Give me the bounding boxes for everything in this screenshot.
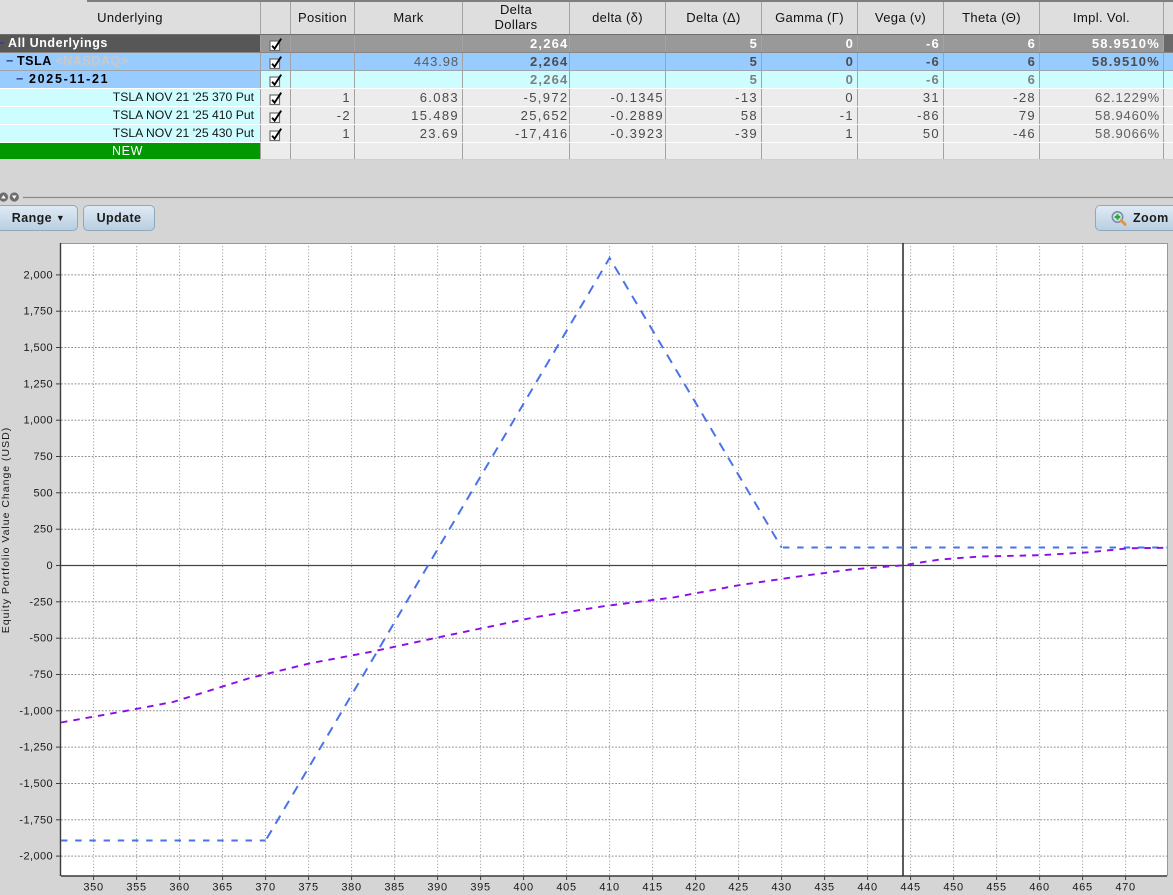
- svg-text:400: 400: [513, 882, 533, 894]
- svg-text:455: 455: [986, 882, 1006, 894]
- svg-text:250: 250: [33, 524, 53, 536]
- svg-text:380: 380: [341, 882, 361, 894]
- svg-text:385: 385: [384, 882, 404, 894]
- svg-text:-750: -750: [29, 669, 53, 681]
- svg-text:370: 370: [255, 882, 275, 894]
- svg-text:450: 450: [943, 882, 963, 894]
- svg-text:445: 445: [900, 882, 920, 894]
- svg-text:460: 460: [1029, 882, 1049, 894]
- svg-text:-1,500: -1,500: [19, 778, 53, 790]
- svg-text:1,750: 1,750: [23, 306, 53, 318]
- svg-text:-500: -500: [29, 633, 53, 645]
- svg-text:-1,750: -1,750: [19, 814, 53, 826]
- svg-text:410: 410: [599, 882, 619, 894]
- svg-text:1,000: 1,000: [23, 415, 53, 427]
- svg-text:360: 360: [169, 882, 189, 894]
- svg-text:1,500: 1,500: [23, 342, 53, 354]
- svg-text:390: 390: [427, 882, 447, 894]
- svg-text:425: 425: [728, 882, 748, 894]
- svg-text:1,250: 1,250: [23, 378, 53, 390]
- svg-text:375: 375: [298, 882, 318, 894]
- svg-text:-1,000: -1,000: [19, 705, 53, 717]
- svg-text:435: 435: [814, 882, 834, 894]
- svg-text:-250: -250: [29, 596, 53, 608]
- svg-text:395: 395: [470, 882, 490, 894]
- svg-text:-1,250: -1,250: [19, 742, 53, 754]
- svg-text:0: 0: [46, 560, 53, 572]
- svg-text:405: 405: [556, 882, 576, 894]
- svg-text:470: 470: [1115, 882, 1135, 894]
- svg-text:Equity Portfolio Value Change: Equity Portfolio Value Change (USD): [0, 427, 12, 633]
- svg-text:2,000: 2,000: [23, 269, 53, 281]
- svg-text:500: 500: [33, 487, 53, 499]
- svg-text:350: 350: [83, 882, 103, 894]
- svg-text:430: 430: [771, 882, 791, 894]
- svg-text:440: 440: [857, 882, 877, 894]
- svg-text:420: 420: [685, 882, 705, 894]
- svg-text:750: 750: [33, 451, 53, 463]
- svg-text:465: 465: [1072, 882, 1092, 894]
- svg-text:355: 355: [126, 882, 146, 894]
- svg-text:415: 415: [642, 882, 662, 894]
- svg-text:-2,000: -2,000: [19, 851, 53, 863]
- svg-text:365: 365: [212, 882, 232, 894]
